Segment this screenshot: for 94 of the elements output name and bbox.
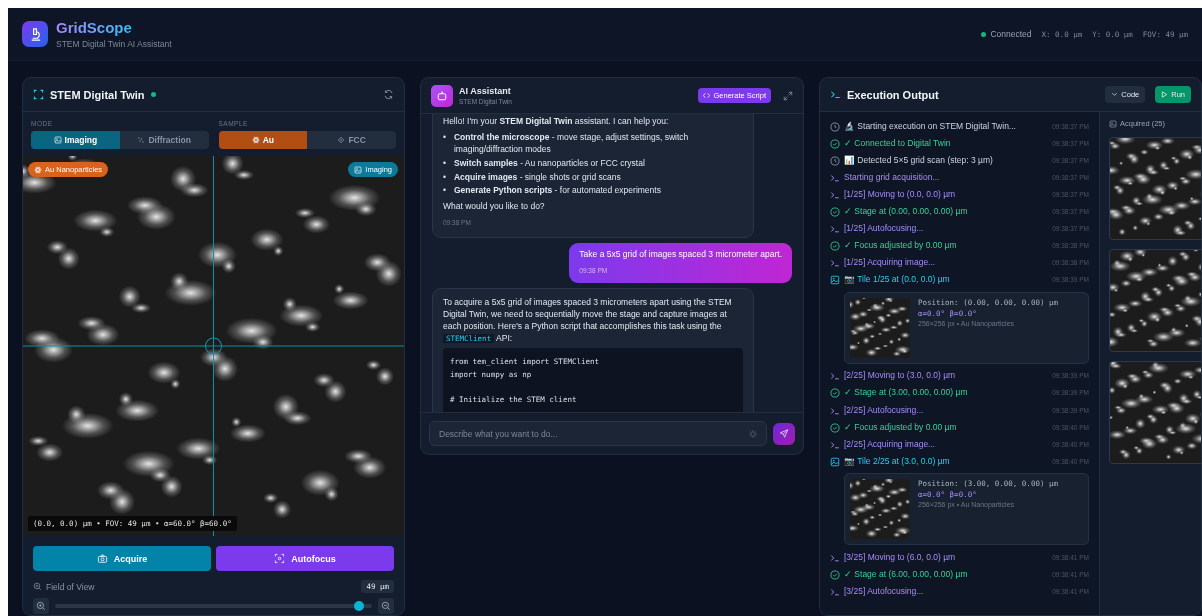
micrograph-thumbnail — [850, 479, 910, 539]
check-circle-icon — [830, 388, 840, 399]
scan-frame-icon — [33, 89, 44, 100]
zoom-out-icon — [381, 601, 391, 611]
terminal-icon — [830, 552, 840, 563]
check-circle-icon — [830, 207, 840, 218]
segment-tab[interactable]: FCC — [307, 131, 396, 149]
terminal-icon — [830, 89, 841, 100]
micrograph-thumbnail — [850, 297, 910, 358]
log-message: [2/25] Acquiring image... — [844, 438, 937, 451]
terminal-icon — [830, 586, 840, 597]
micrograph-thumbnail[interactable] — [1109, 249, 1201, 352]
list-item: Switch samples - Au nanoparticles or FCC crystal — [454, 157, 645, 170]
log-message: 🔬 Starting execution on STEM Digital Twin... — [844, 120, 1017, 133]
micrograph-thumbnail[interactable] — [1109, 137, 1201, 240]
panel-title: Execution Output — [847, 88, 939, 101]
atom-icon — [34, 165, 42, 174]
terminal-icon — [830, 173, 840, 183]
log-message: [3/25] Autofocusing... — [844, 585, 925, 598]
log-message: 📷 Tile 1/25 at (0.0, 0.0) µm — [844, 274, 951, 286]
list-item: Generate Python scripts - for automated experiments — [454, 185, 661, 198]
terminal-icon — [830, 190, 840, 201]
check-circle-icon — [830, 569, 840, 580]
segment-tab[interactable]: Diffraction — [119, 131, 209, 149]
code-icon — [703, 92, 711, 99]
zoom-in-icon — [36, 601, 46, 611]
image-icon — [354, 165, 363, 174]
terminal-icon — [830, 371, 840, 382]
panel-title: STEM Digital Twin — [50, 88, 145, 101]
log-message: ✓ Connected to Digital Twin — [844, 137, 952, 150]
image-icon — [53, 136, 62, 144]
refresh-icon[interactable] — [383, 89, 394, 100]
terminal-icon — [830, 439, 840, 450]
bullet-mark: • — [443, 131, 446, 144]
log-message: [1/25] Acquiring image... — [844, 257, 937, 269]
message-text: Hello! I'm your STEM Digital Twin assistant. I can help you: — [443, 116, 670, 128]
bullet-mark: • — [443, 185, 446, 198]
log-message: ✓ Stage at (0.00, 0.00, 0.00) µm — [844, 206, 969, 218]
check-circle-icon — [830, 138, 840, 149]
slider-thumb[interactable] — [354, 601, 365, 611]
expand-icon[interactable] — [783, 90, 793, 101]
play-icon — [1161, 91, 1169, 98]
log-message: [2/25] Moving to (3.0, 0.0) µm — [844, 370, 957, 382]
bullet-mark: • — [443, 171, 446, 184]
camera-icon — [96, 553, 108, 564]
app-subtitle: STEM Digital Twin AI Assistant — [56, 39, 172, 49]
image-icon — [830, 456, 840, 467]
log-message: ✓ Stage at (6.00, 0.00, 0.00) µm — [844, 568, 969, 581]
log-message: 📊 Detected 5×5 grid scan (step: 3 µm) — [844, 154, 994, 167]
zoom-out-button[interactable] — [378, 598, 394, 614]
terminal-icon — [830, 224, 840, 235]
log-message: [3/25] Moving to (6.0, 0.0) µm — [844, 551, 957, 564]
log-message: ✓ Focus adjusted by 0.00 µm — [844, 421, 958, 434]
connection-status: Connected — [990, 29, 1032, 39]
atom-icon — [251, 136, 260, 144]
message-text: What would you like to do? — [443, 201, 546, 214]
check-circle-icon — [830, 241, 840, 252]
autofocus-button[interactable]: Autofocus — [216, 546, 394, 571]
zoom-icon — [33, 582, 42, 591]
message-input[interactable]: Describe what you want to do... — [429, 421, 767, 446]
image-icon — [830, 275, 840, 286]
micrograph-thumbnail[interactable] — [1109, 361, 1201, 464]
focus-icon — [274, 553, 286, 564]
log-message: 📷 Tile 2/25 at (3.0, 0.0) µm — [844, 455, 951, 468]
zoom-in-button[interactable] — [33, 598, 49, 614]
bullet-mark: • — [443, 157, 446, 170]
acquire-button[interactable]: Acquire — [33, 546, 211, 571]
clock-icon — [830, 155, 840, 166]
send-button[interactable] — [773, 422, 795, 445]
segment-tab[interactable]: Imaging — [31, 131, 120, 149]
check-circle-icon — [830, 422, 840, 433]
image-icon — [1109, 119, 1117, 128]
log-message: Starting grid acquisition... — [844, 172, 941, 184]
terminal-icon — [830, 405, 840, 416]
list-item: Control the microscope - move stage, adjust settings, switch imaging/diffraction modes — [454, 131, 690, 156]
log-message: [2/25] Autofocusing... — [844, 404, 925, 416]
log-message: ✓ Focus adjusted by 0.00 µm — [844, 240, 958, 252]
send-icon — [779, 428, 789, 439]
micrograph-image[interactable] — [23, 156, 404, 536]
message-text: Take a 5x5 grid of images spaced 3 micrometer apart. — [579, 249, 782, 261]
chat-title: AI Assistant — [459, 86, 512, 96]
log-message: [1/25] Autofocusing... — [844, 223, 925, 235]
segment-tab[interactable]: Au — [218, 131, 308, 149]
crosshair-icon — [337, 136, 346, 144]
list-item: Acquire images - single shots or grid scans — [454, 171, 621, 184]
chevron-down-icon — [1111, 91, 1119, 98]
robot-icon — [431, 84, 453, 107]
app-name: GridScope — [56, 19, 132, 36]
terminal-icon — [830, 258, 840, 269]
log-message: ✓ Stage at (3.00, 0.00, 0.00) µm — [844, 387, 969, 399]
clock-icon — [830, 121, 840, 132]
app-logo-icon — [22, 21, 48, 47]
log-message: [1/25] Moving to (0.0, 0.0) µm — [844, 189, 957, 201]
fov-label: Field of View — [46, 581, 95, 592]
